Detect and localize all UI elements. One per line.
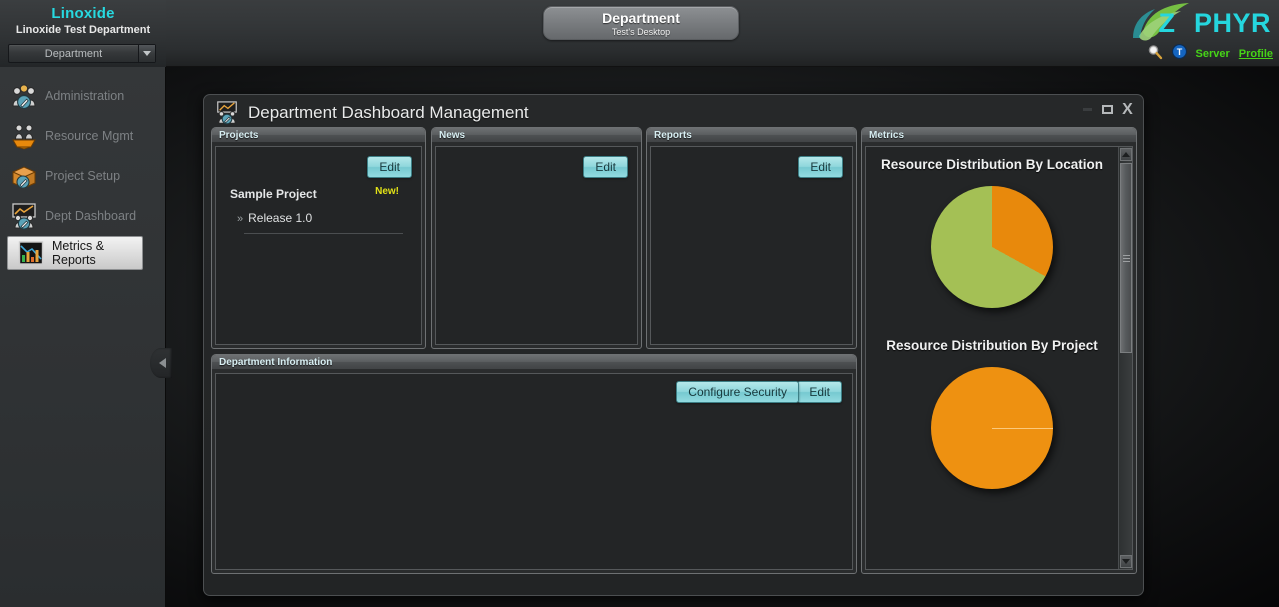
desktop-title: Department: [544, 10, 738, 26]
desktop-title-pill[interactable]: Department Test's Desktop: [543, 6, 739, 40]
maximize-button[interactable]: [1100, 102, 1115, 117]
profile-link[interactable]: Profile: [1239, 48, 1273, 60]
sidebar-item-resource-mgmt[interactable]: Resource Mgmt: [1, 116, 164, 156]
window-controls: X: [1080, 102, 1135, 117]
panel-title: Metrics: [869, 130, 904, 141]
close-icon[interactable]: X: [1120, 102, 1135, 117]
application-root: Linoxide Linoxide Test Department Depart…: [0, 0, 1279, 607]
configure-security-button[interactable]: Configure Security: [676, 381, 799, 403]
sidebar-collapse-handle[interactable]: [150, 348, 172, 378]
panel-projects: Projects Edit Sample Project New! » Relea…: [211, 127, 426, 349]
dept-dashboard-icon: [214, 101, 240, 125]
panel-header: News: [432, 128, 641, 143]
pie-chart-project: [866, 367, 1118, 489]
chevron-right-icon: »: [237, 213, 243, 225]
projects-edit-button[interactable]: Edit: [367, 156, 412, 178]
dialog-title-bar: Department Dashboard Management X: [204, 95, 1143, 131]
server-link[interactable]: Server: [1196, 48, 1230, 60]
grip-icon: [1123, 253, 1130, 264]
department-dropdown-value: Department: [9, 45, 138, 62]
chevron-down-icon: [1122, 559, 1130, 564]
new-badge: New!: [375, 186, 399, 197]
panel-content: Edit: [435, 146, 638, 345]
metrics-scrollbar[interactable]: [1118, 147, 1132, 569]
sidebar-item-label: Dept Dashboard: [45, 209, 136, 223]
sidebar-item-label: Metrics & Reports: [52, 239, 142, 267]
project-setup-icon: [10, 162, 38, 190]
panel-department-information: Department Information Edit Configure Se…: [211, 354, 857, 574]
pie-slice-divider: [992, 428, 1053, 429]
resource-mgmt-icon: [10, 122, 38, 150]
brand-subtitle: Linoxide Test Department: [0, 24, 166, 36]
panel-content: Edit Configure Security: [215, 373, 853, 570]
reports-edit-button[interactable]: Edit: [798, 156, 843, 178]
sidebar-item-label: Administration: [45, 89, 124, 103]
panel-header: Projects: [212, 128, 425, 143]
sidebar-item-label: Resource Mgmt: [45, 129, 133, 143]
collapse-left-icon: [159, 358, 166, 368]
metrics-reports-icon: [17, 239, 45, 267]
project-release-item[interactable]: » Release 1.0: [237, 211, 312, 225]
panel-title: News: [439, 130, 465, 141]
zephyr-logo: ZEPHYR T Server: [1125, 2, 1275, 66]
zephyr-letters-phyr: PHYR: [1194, 8, 1271, 38]
dialog-body: Projects Edit Sample Project New! » Relea…: [211, 127, 1136, 588]
chart-title: Resource Distribution By Project: [866, 338, 1118, 353]
minimize-button[interactable]: [1080, 102, 1095, 117]
left-sidebar: Administration Resource Mgmt: [0, 67, 166, 607]
desktop-subtitle: Test's Desktop: [544, 27, 738, 37]
top-header-bar: Linoxide Linoxide Test Department Depart…: [0, 0, 1279, 67]
svg-text:T: T: [1176, 47, 1182, 57]
chart-resource-by-project: Resource Distribution By Project: [866, 308, 1118, 489]
news-edit-button[interactable]: Edit: [583, 156, 628, 178]
page-title: Department Dashboard Management: [248, 103, 529, 123]
workspace: Department Dashboard Management X Projec…: [166, 67, 1279, 607]
chevron-up-icon: [1122, 152, 1130, 157]
panel-content: Edit Sample Project New! » Release 1.0: [215, 146, 422, 345]
chart-title: Resource Distribution By Location: [866, 157, 1118, 172]
panel-header: Reports: [647, 128, 856, 143]
divider: [244, 233, 403, 234]
project-name[interactable]: Sample Project: [230, 187, 317, 201]
sidebar-item-project-setup[interactable]: Project Setup: [1, 156, 164, 196]
search-icon[interactable]: [1147, 44, 1163, 65]
panel-metrics: Metrics Resource Distribution By Locatio…: [861, 127, 1137, 574]
scroll-down-button[interactable]: [1120, 555, 1132, 568]
panel-content: Resource Distribution By Location Resour…: [865, 146, 1133, 570]
scroll-up-button[interactable]: [1120, 148, 1132, 161]
sidebar-item-dept-dashboard[interactable]: Dept Dashboard: [1, 196, 164, 236]
chevron-down-icon[interactable]: [138, 45, 155, 62]
sidebar-item-metrics-reports[interactable]: Metrics & Reports: [7, 236, 143, 270]
chart-resource-by-location: Resource Distribution By Location: [866, 147, 1118, 308]
panel-news: News Edit: [431, 127, 642, 349]
panel-title: Reports: [654, 130, 692, 141]
metrics-chart-area: Resource Distribution By Location Resour…: [866, 147, 1118, 569]
pie-chart-location: [866, 186, 1118, 308]
panel-content: Edit: [650, 146, 853, 345]
department-dashboard-dialog: Department Dashboard Management X Projec…: [203, 94, 1144, 596]
panel-header: Department Information: [212, 355, 856, 370]
zephyr-wordmark: ZEPHYR: [1158, 8, 1271, 39]
department-info-edit-button[interactable]: Edit: [797, 381, 842, 403]
panel-header: Metrics: [862, 128, 1136, 143]
sidebar-item-label: Project Setup: [45, 169, 120, 183]
panel-title: Department Information: [219, 357, 332, 368]
zephyr-letter-z: Z: [1158, 8, 1175, 38]
sidebar-item-administration[interactable]: Administration: [1, 76, 164, 116]
scrollbar-thumb[interactable]: [1120, 163, 1132, 353]
administration-icon: [10, 82, 38, 110]
department-dropdown[interactable]: Department: [8, 44, 156, 63]
user-info-icon[interactable]: T: [1172, 44, 1187, 64]
dept-dashboard-icon: [10, 202, 38, 230]
release-label: Release 1.0: [248, 211, 312, 225]
brand-name: Linoxide: [0, 5, 166, 22]
header-links: T Server Profile: [1147, 44, 1274, 64]
panel-reports: Reports Edit: [646, 127, 857, 349]
panel-title: Projects: [219, 130, 258, 141]
